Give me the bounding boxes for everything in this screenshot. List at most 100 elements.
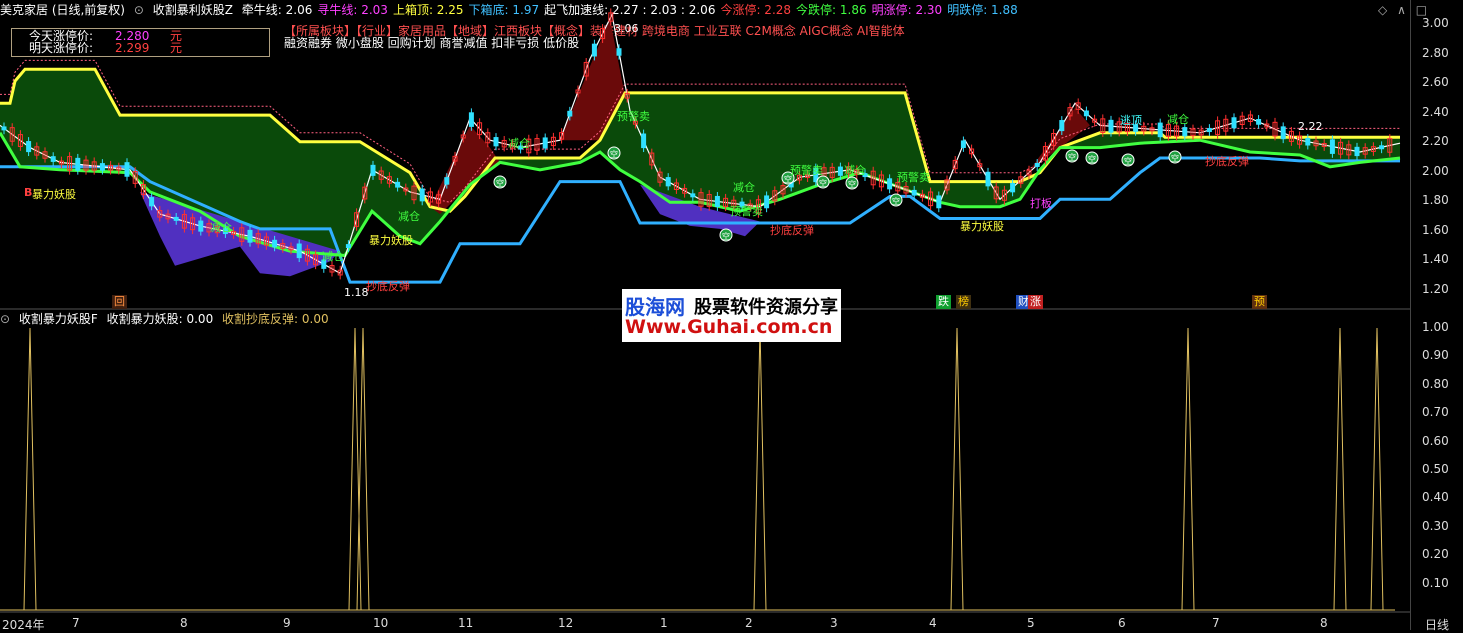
annotation-yujingmai-3: 预警卖 (897, 171, 930, 184)
annotation-yujingmai-1: 预警卖 (617, 110, 650, 123)
candle-body (444, 177, 450, 185)
annotation-last-price: 2.22 (1298, 120, 1323, 133)
candle-body (1, 126, 7, 131)
candle-body (99, 163, 105, 171)
lower-tick: 0.20 (1422, 547, 1449, 562)
price-tick: 2.20 (1422, 134, 1449, 148)
annotation-jiancang-6: 减仓 (844, 164, 866, 177)
watermark: 股海网 股票软件资源分享 Www.Guhai.com.cn (622, 289, 841, 342)
event-tag[interactable]: 回 (112, 295, 127, 309)
candle-body (345, 244, 351, 249)
candle-body (1379, 145, 1385, 150)
annotation-jiancang-3: 减仓 (398, 210, 420, 223)
kong-marker-label: 空 (610, 149, 618, 159)
candle-body (1010, 183, 1016, 193)
candle-body (1206, 128, 1212, 133)
annotation-chaodi-1: 抄底反弹 (366, 280, 410, 293)
lower-collapse-icon[interactable]: ⊙ (0, 312, 10, 326)
candle-body (173, 216, 179, 221)
signal-spike (753, 327, 767, 611)
candle-body (887, 178, 893, 190)
candle-body (247, 229, 253, 243)
signal-spike (950, 327, 964, 611)
x-axis-label: 8 (1320, 616, 1328, 630)
lower-tick: 0.70 (1422, 405, 1449, 420)
event-tag[interactable]: 预 (1252, 295, 1267, 309)
lower-tick: 0.80 (1422, 376, 1449, 391)
lower-tick: 0.30 (1422, 518, 1449, 533)
kong-marker-label: 空 (1088, 154, 1096, 164)
lower-tick: 0.50 (1422, 462, 1449, 476)
x-axis-label: 9 (283, 616, 291, 630)
lower-plot (0, 327, 1395, 611)
candle-body (567, 110, 573, 117)
annotation-jiancang-5: 减仓 (733, 181, 755, 194)
annotation-chaodi-2: 抄底反弹 (770, 224, 814, 237)
lower-value-1: 收割暴力妖股: 0.00 (106, 312, 214, 326)
kong-marker-label: 空 (1171, 153, 1179, 163)
kong-marker-label: 空 (722, 231, 730, 241)
candle-body (493, 137, 499, 147)
candle-body (50, 156, 56, 162)
candle-body (1305, 138, 1311, 146)
lower-tick: 1.00 (1422, 320, 1449, 334)
annotation-jiancang-7: 减仓 (1167, 113, 1189, 126)
signal-spike (1370, 327, 1384, 611)
lower-value-2: 收割抄底反弹: 0.00 (222, 312, 329, 326)
x-axis-label: 8 (180, 616, 188, 630)
candle-body (1354, 146, 1360, 157)
price-axis (1410, 0, 1463, 630)
lower-tick: 0.40 (1422, 490, 1449, 505)
candle-body (468, 112, 474, 127)
x-axis-label: 10 (373, 616, 389, 630)
lower-tick: 0.10 (1422, 575, 1449, 590)
candle-body (1256, 119, 1262, 125)
annotation-chaodi-3: 抄底反弹 (1205, 155, 1249, 168)
price-tick: 1.80 (1422, 193, 1449, 207)
x-axis-label: 3 (830, 616, 838, 630)
x-axis-label: 4 (929, 616, 937, 630)
candle-body (26, 141, 32, 153)
price-tick: 3.00 (1422, 16, 1449, 30)
annotation-jiancang-1: 减仓 (210, 221, 232, 234)
price-tick: 2.80 (1422, 45, 1449, 60)
x-axis-label: 7 (1212, 616, 1220, 630)
candle-body (542, 137, 548, 149)
event-tag[interactable]: 涨 (1028, 295, 1043, 309)
period-label[interactable]: 日线 (1425, 616, 1449, 633)
event-tag[interactable]: 跌 (936, 295, 951, 309)
candle-body (1083, 110, 1089, 117)
candle-body (960, 140, 966, 148)
candle-body (616, 48, 622, 56)
annotation-baoli-1: 暴力妖股 (32, 188, 76, 201)
price-tick: 1.60 (1422, 222, 1449, 237)
candle-body (641, 133, 647, 149)
annotation-taopao: 逃顶 (1120, 114, 1142, 127)
candle-body (1329, 139, 1335, 154)
annotation-low-price: 1.18 (344, 286, 369, 299)
x-axis-label: 2024年 (2, 618, 45, 632)
candle-body (591, 43, 597, 57)
candle-body (370, 164, 376, 176)
event-tag[interactable]: 榜 (956, 295, 971, 309)
x-axis-label: 12 (558, 616, 574, 630)
price-tick: 1.40 (1422, 252, 1449, 266)
kong-marker-label: 空 (1068, 152, 1076, 162)
signal-spike (1181, 327, 1195, 611)
candle-body (714, 195, 720, 208)
candle-body (419, 188, 425, 202)
annotation-daban: 打板 (1030, 197, 1052, 210)
watermark-url: Www.Guhai.com.cn (625, 316, 833, 338)
price-tick: 2.00 (1422, 163, 1449, 178)
candle-body (665, 177, 671, 187)
candle-body (690, 193, 696, 198)
signal-spike (356, 327, 370, 611)
kong-marker-label: 空 (848, 179, 856, 189)
lower-indicator-name[interactable]: 收割暴力妖股F (19, 312, 98, 326)
candle-body (911, 189, 917, 196)
x-axis-label: 11 (458, 616, 474, 630)
candle-body (764, 195, 770, 209)
candle-body (1182, 127, 1188, 137)
price-tick: 2.60 (1422, 75, 1449, 89)
annotation-jiancang-2: 减仓 (322, 250, 344, 263)
